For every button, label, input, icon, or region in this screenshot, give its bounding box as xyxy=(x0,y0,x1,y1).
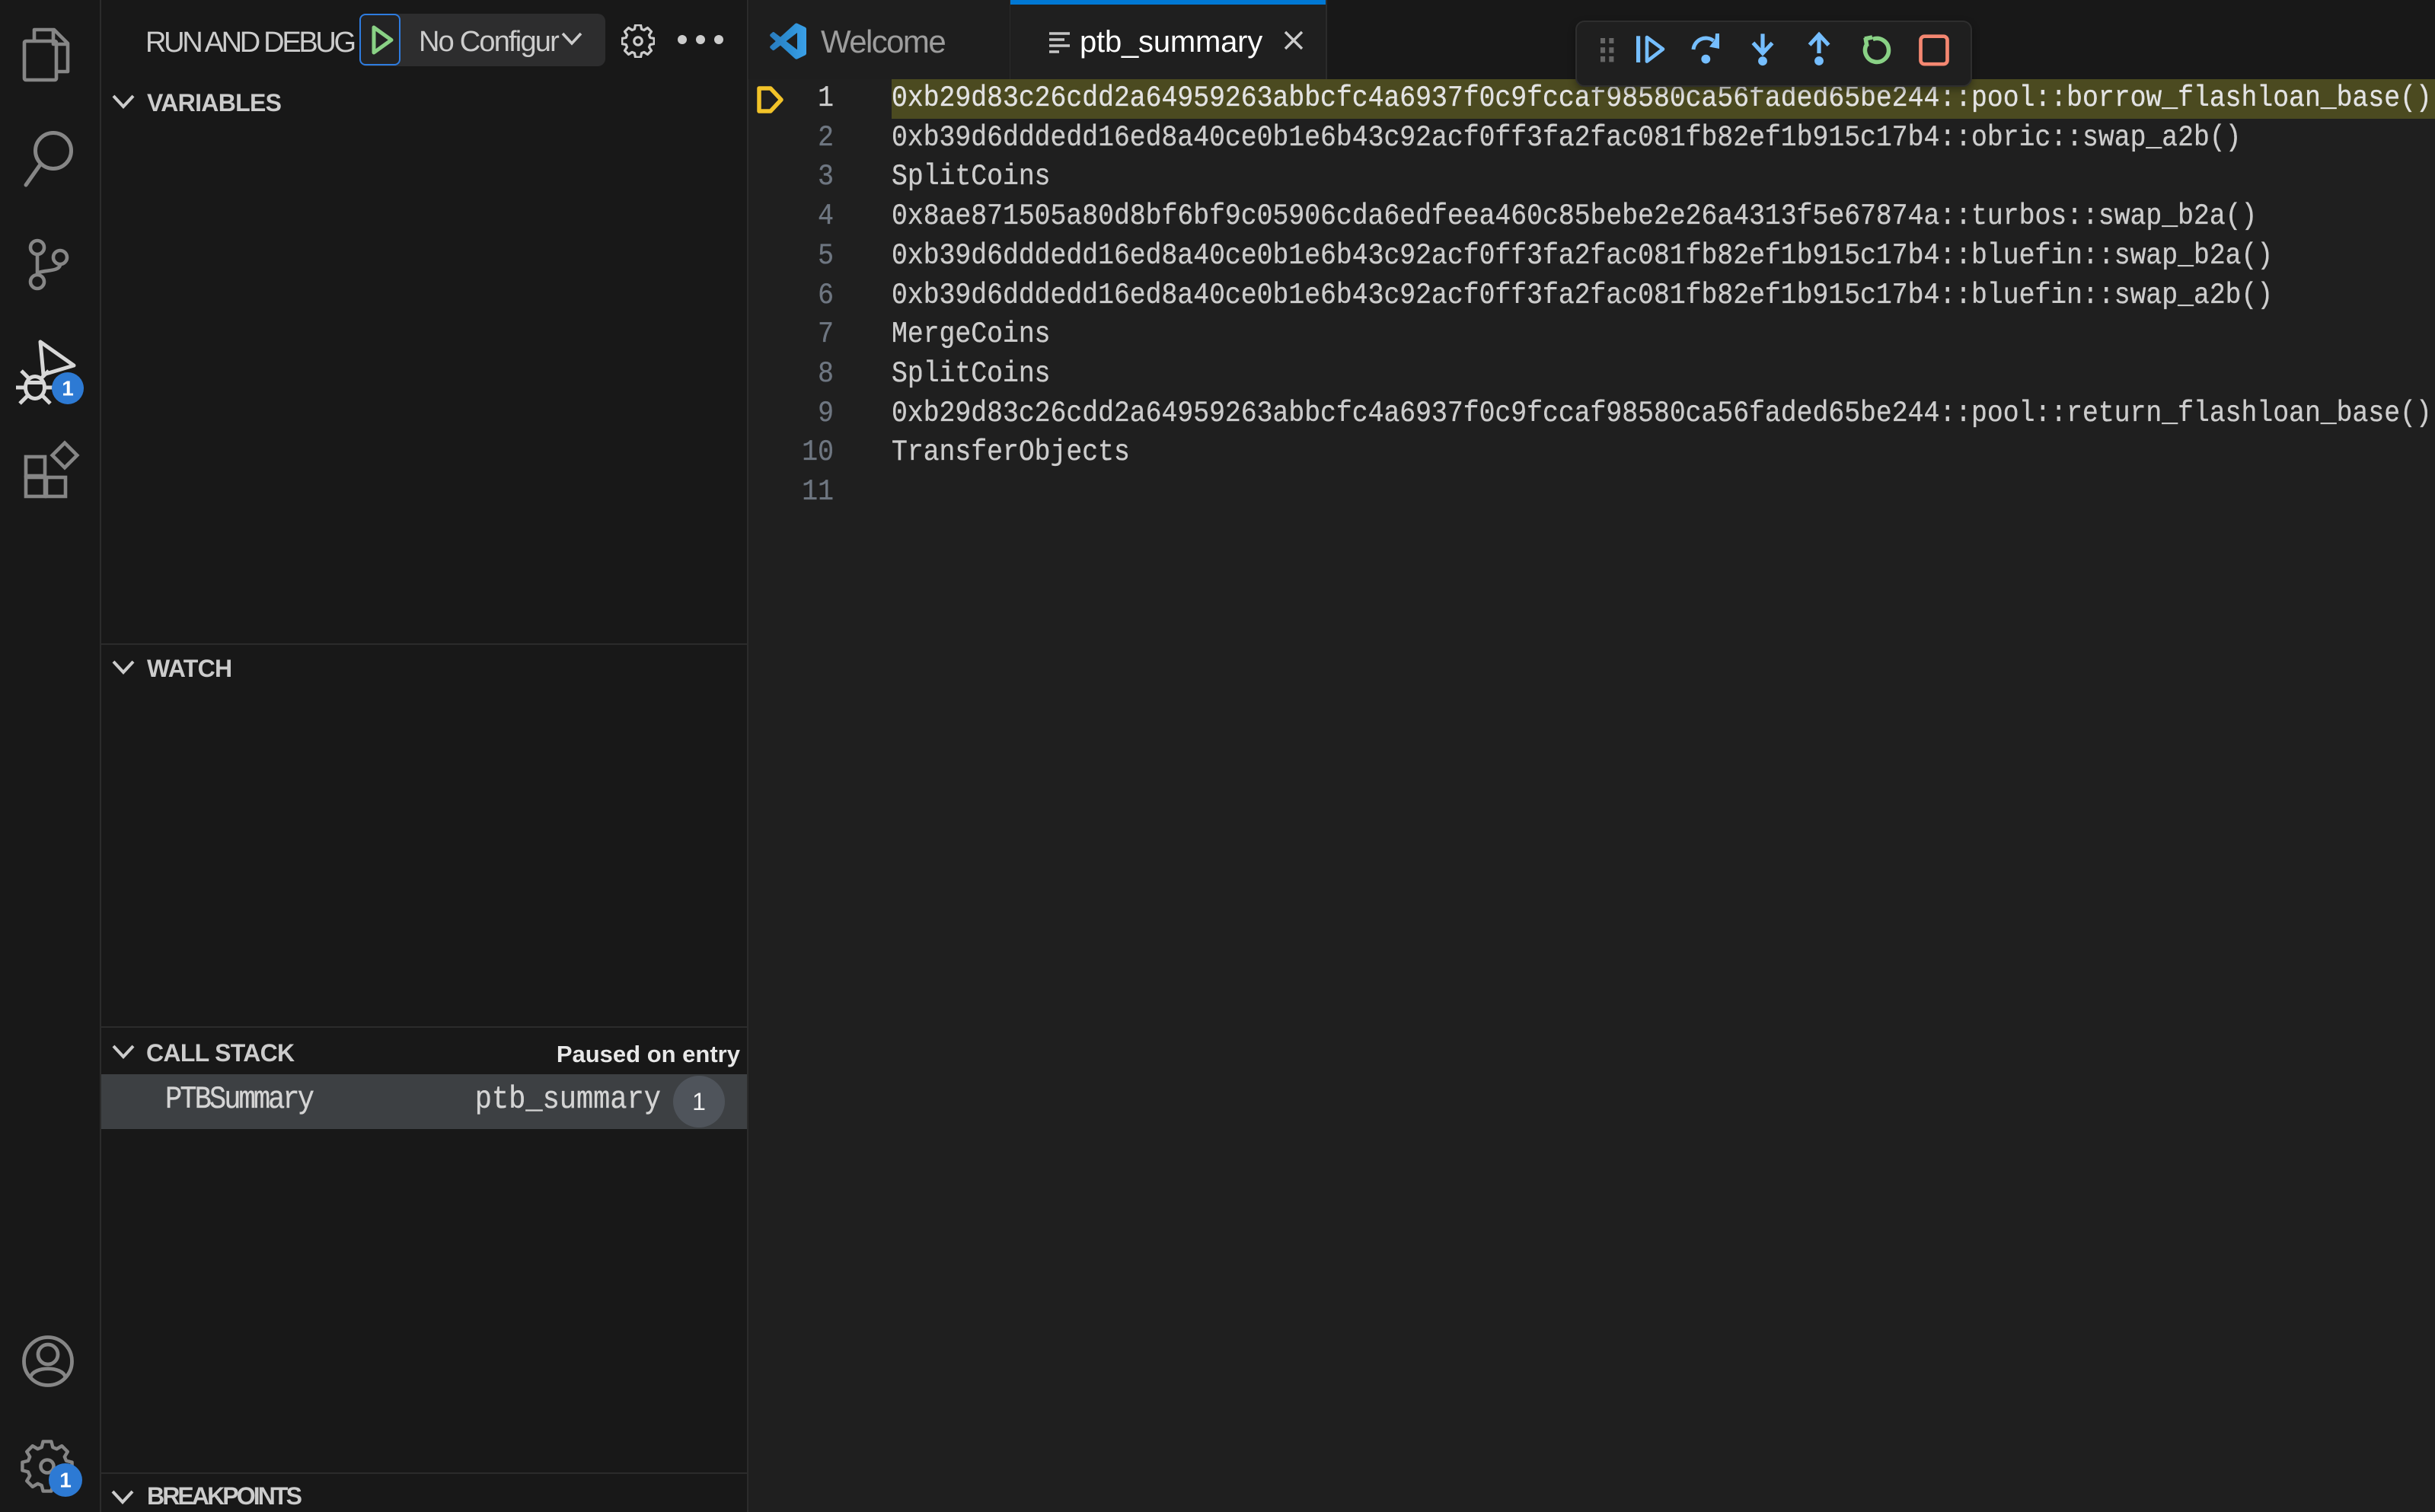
svg-text:1: 1 xyxy=(62,377,74,400)
svg-text:1: 1 xyxy=(59,1469,72,1492)
